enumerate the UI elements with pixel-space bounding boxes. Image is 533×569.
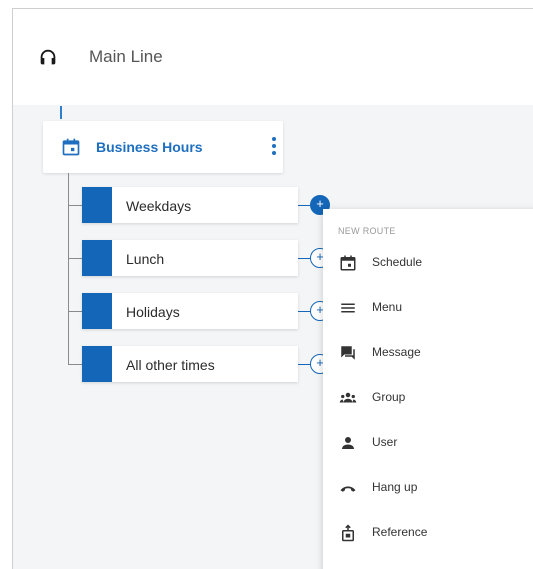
tree-connector [68,173,69,365]
menu-item-user[interactable]: User [323,423,533,463]
route-label: Lunch [126,251,165,267]
menu-item-label: Menu [372,300,403,314]
tree-branch [68,258,82,259]
menu-heading: NEW ROUTE [338,226,396,236]
menu-item-hang-up[interactable]: Hang up [323,468,533,508]
flow-header: Main Line [13,9,533,105]
menu-item-menu[interactable]: Menu [323,288,533,328]
menu-item-label: Hang up [372,480,418,494]
tree-branch [68,311,82,312]
menu-item-label: Group [372,390,406,404]
schedule-node-label: Business Hours [96,139,203,155]
menu-icon [341,303,355,313]
route-color-block [82,187,112,223]
menu-item-label: Schedule [372,255,423,269]
menu-item-schedule[interactable]: Schedule [323,243,533,283]
user-icon [342,437,354,449]
route-color-block [82,293,112,329]
route-color-block [82,240,112,276]
reference-icon [342,524,354,542]
route-label: All other times [126,357,215,373]
route-label: Holidays [126,304,180,320]
tree-branch [68,205,82,206]
flow-title: Main Line [89,47,163,66]
flow-canvas: Main Line Business Hours Weekdays + Lunc… [12,8,533,569]
route-color-block [82,346,112,382]
new-route-menu: NEW ROUTE Schedule Menu Message Group Us… [323,209,533,569]
menu-item-group[interactable]: Group [323,378,533,418]
menu-item-reference[interactable]: Reference [323,513,533,553]
route-card[interactable]: Holidays [82,293,298,329]
calendar-icon [340,255,356,271]
tree-branch [68,364,82,365]
hang-up-icon [340,486,356,492]
calendar-icon [62,138,80,156]
route-card[interactable]: Lunch [82,240,298,276]
schedule-node[interactable]: Business Hours [43,121,283,173]
group-icon [339,392,357,403]
route-card[interactable]: All other times [82,346,298,382]
route-label: Weekdays [126,198,192,214]
more-vert-icon[interactable] [271,136,277,156]
menu-item-label: Reference [372,525,428,539]
connector-line [60,106,62,119]
menu-item-label: Message [372,345,421,359]
headset-icon [40,49,56,65]
message-icon [341,346,355,360]
menu-item-label: User [372,435,398,449]
route-card[interactable]: Weekdays [82,187,298,223]
menu-item-message[interactable]: Message [323,333,533,373]
